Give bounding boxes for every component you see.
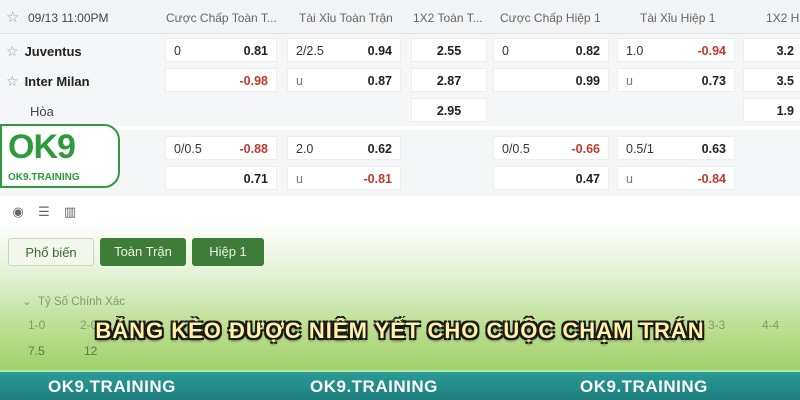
odd-value: 2.95	[436, 104, 462, 118]
odds-cell[interactable]: 3.2	[743, 38, 800, 62]
odds-cell[interactable]: 0/0.5 -0.66	[493, 136, 609, 160]
odds-cell[interactable]: u -0.81	[287, 166, 401, 190]
odds-cell[interactable]: 3.5	[743, 68, 800, 92]
odds-cell[interactable]: 2.55	[411, 38, 487, 62]
line-value: 2.0	[296, 142, 314, 156]
toolbar: ◉ ☰ ▥	[10, 203, 88, 221]
odds-cell[interactable]: 1.9	[743, 98, 800, 122]
odds-cell[interactable]: 2.0 0.62	[287, 136, 401, 160]
logo-subtext: OK9.TRAINING	[8, 172, 80, 183]
star-icon[interactable]: ☆	[6, 8, 19, 26]
col-1x2-half: 1X2 H	[766, 11, 800, 25]
odds-board: ☆ 09/13 11:00PM Cược Chấp Toàn T... Tài …	[0, 0, 800, 400]
star-icon[interactable]: ☆	[6, 73, 19, 89]
line-value: u	[626, 172, 633, 186]
line-value: u	[296, 172, 303, 186]
draw-label: Hòa	[30, 104, 54, 119]
odd-value: 3.5	[776, 74, 794, 88]
col-handicap-half: Cược Chấp Hiệp 1	[500, 11, 601, 25]
line-value: 2/2.5	[296, 44, 324, 58]
odds-cell[interactable]: 0.71	[165, 166, 277, 190]
odd-value: 2.87	[436, 74, 462, 88]
logo-text: OK9	[8, 128, 76, 166]
footer-brand: OK9.TRAINING	[48, 377, 176, 396]
odds-cell[interactable]: u 0.73	[617, 68, 735, 92]
odds-cell[interactable]: 2.87	[411, 68, 487, 92]
odd-value: -0.84	[697, 172, 727, 186]
line-value: 1.0	[626, 44, 644, 58]
table-header: ☆ 09/13 11:00PM Cược Chấp Toàn T... Tài …	[0, 0, 800, 34]
odds-cell[interactable]: 2/2.5 0.94	[287, 38, 401, 62]
tab-full-match[interactable]: Toàn Trận	[100, 238, 186, 266]
ok9-logo: OK9 OK9.TRAINING	[0, 124, 120, 188]
away-team-name: Inter Milan	[24, 74, 90, 89]
line-value: 0.5/1	[626, 142, 654, 156]
score-odd[interactable]: 7.5	[28, 344, 45, 358]
score-odd[interactable]: 12	[84, 344, 97, 358]
col-1x2-full: 1X2 Toàn T...	[413, 11, 483, 25]
odd-value: -0.66	[571, 142, 601, 156]
odd-value: 1.9	[776, 104, 794, 118]
odd-value: 0.94	[367, 44, 392, 58]
match-datetime: 09/13 11:00PM	[28, 11, 109, 25]
odds-cell[interactable]: 0/0.5 -0.88	[165, 136, 277, 160]
odds-cell[interactable]: 0.99	[493, 68, 609, 92]
col-handicap-full: Cược Chấp Toàn T...	[166, 11, 277, 25]
tab-half[interactable]: Hiệp 1	[192, 238, 264, 266]
odd-value: 0.81	[243, 44, 268, 58]
home-team-name: Juventus	[24, 44, 82, 59]
line-value: u	[626, 74, 633, 88]
odd-value: -0.94	[697, 44, 727, 58]
stats-icon[interactable]: ◉	[10, 204, 26, 220]
odds-cell[interactable]: u 0.87	[287, 68, 401, 92]
away-team: ☆ Inter Milan	[6, 73, 90, 90]
odd-value: 3.2	[776, 44, 794, 58]
odd-value: 0.82	[575, 44, 600, 58]
footer-brand: OK9.TRAINING	[310, 377, 438, 396]
odd-value: 0.71	[243, 172, 268, 186]
odd-value: 0.99	[575, 74, 600, 88]
col-overunder-full: Tài Xỉu Toàn Trận	[299, 11, 393, 25]
col-overunder-half: Tài Xỉu Hiệp 1	[640, 11, 716, 25]
chevron-down-icon: ⌄	[22, 296, 32, 308]
odd-value: 0.87	[367, 74, 392, 88]
home-team: ☆ Juventus	[6, 43, 82, 60]
section-correct-score[interactable]: ⌄ Tỷ Số Chính Xác	[22, 294, 125, 308]
line-value: 0/0.5	[502, 142, 530, 156]
odd-value: 0.73	[701, 74, 726, 88]
line-value: 0/0.5	[174, 142, 202, 156]
odds-cell[interactable]: 0 0.81	[165, 38, 277, 62]
odd-value: -0.88	[239, 142, 269, 156]
section-title: Tỷ Số Chính Xác	[38, 296, 125, 308]
line-value: 0	[174, 44, 181, 58]
odds-cell[interactable]: 0.47	[493, 166, 609, 190]
footer-watermark: OK9.TRAINING OK9.TRAINING OK9.TRAINING	[0, 370, 800, 400]
line-value: u	[296, 74, 303, 88]
odds-cell[interactable]: 0 0.82	[493, 38, 609, 62]
odds-cell[interactable]: u -0.84	[617, 166, 735, 190]
odds-cell[interactable]: 2.95	[411, 98, 487, 122]
star-icon[interactable]: ☆	[6, 43, 19, 59]
odds-cell[interactable]: -0.98	[165, 68, 277, 92]
odd-value: 0.62	[367, 142, 392, 156]
odd-value: 0.47	[575, 172, 600, 186]
footer-brand: OK9.TRAINING	[580, 377, 708, 396]
list-icon[interactable]: ☰	[36, 204, 52, 220]
odd-value: 2.55	[436, 44, 462, 58]
odds-cell[interactable]: 1.0 -0.94	[617, 38, 735, 62]
line-value: 0	[502, 44, 509, 58]
chart-icon[interactable]: ▥	[62, 204, 78, 220]
tab-popular[interactable]: Phổ biến	[8, 238, 94, 266]
odds-cell[interactable]: 0.5/1 0.63	[617, 136, 735, 160]
odd-value: -0.81	[363, 172, 393, 186]
odd-value: 0.63	[701, 142, 726, 156]
banner-title: BẢNG KÈO ĐƯỢC NIÊM YẾT CHO CUỘC CHẠM TRÁ…	[95, 318, 705, 343]
odd-value: -0.98	[239, 74, 269, 88]
